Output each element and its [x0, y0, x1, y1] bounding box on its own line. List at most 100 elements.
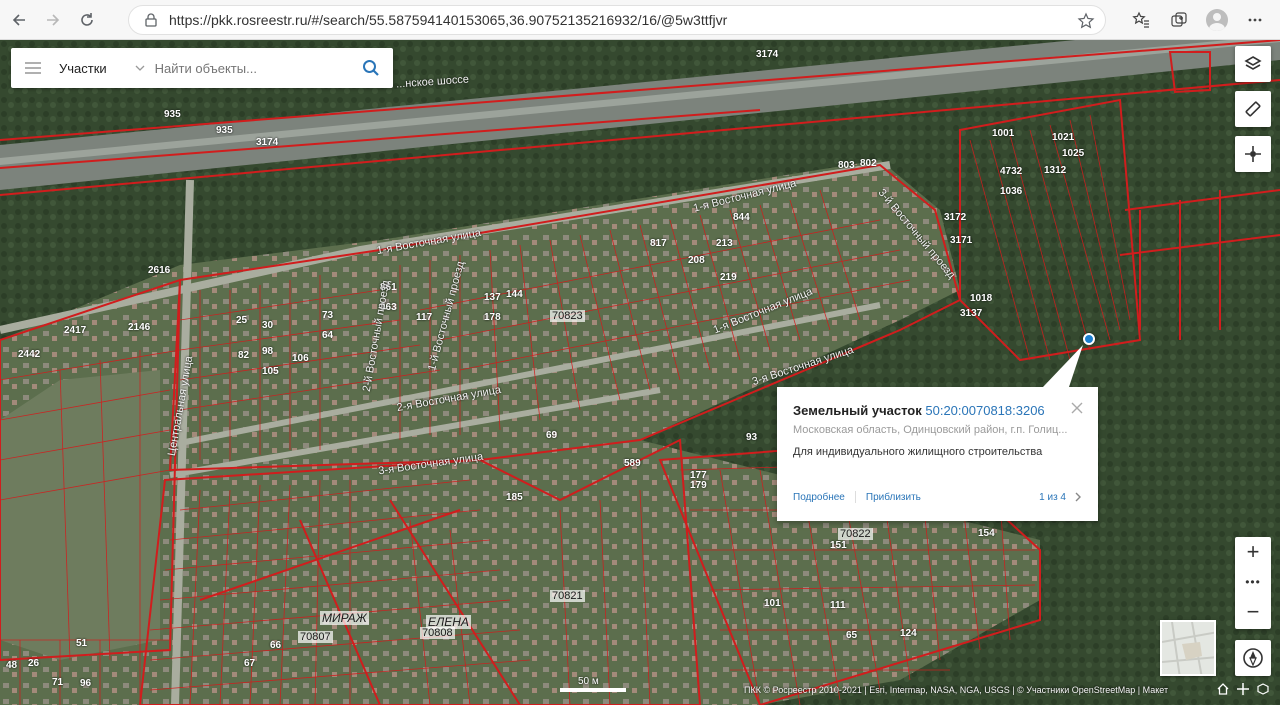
measure-button[interactable]	[1235, 91, 1271, 127]
zoom-out-button[interactable]: −	[1235, 597, 1271, 627]
plot-number[interactable]: 185	[506, 492, 523, 503]
chevron-right-icon[interactable]	[1074, 492, 1082, 502]
plot-number[interactable]: 1021	[1052, 132, 1074, 143]
forward-button[interactable]	[38, 5, 68, 35]
plot-number[interactable]: 73	[322, 310, 333, 321]
plot-number[interactable]: 589	[624, 458, 641, 469]
address-bar[interactable]: https://pkk.rosreestr.ru/#/search/55.587…	[128, 5, 1106, 35]
compass-button[interactable]	[1235, 640, 1271, 676]
favorite-star-icon[interactable]	[1077, 12, 1095, 30]
zoom-control: + ••• −	[1235, 537, 1271, 629]
pager-text: 1 из 4	[1039, 491, 1066, 503]
plot-number[interactable]: 2616	[148, 265, 170, 276]
back-button[interactable]	[4, 5, 34, 35]
plot-number[interactable]: 26	[28, 658, 39, 669]
plot-number[interactable]: 817	[650, 238, 667, 249]
plot-number[interactable]: 844	[733, 212, 750, 223]
search-panel: Участки	[11, 48, 393, 88]
reload-button[interactable]	[72, 5, 102, 35]
plot-number[interactable]: 93	[746, 432, 757, 443]
cadastral-number-link[interactable]: 50:20:0070818:3206	[925, 403, 1044, 418]
cube-icon[interactable]	[1257, 683, 1269, 695]
plot-number[interactable]: 3174	[756, 49, 778, 60]
search-icon[interactable]	[361, 58, 381, 78]
plot-number[interactable]: 69	[546, 430, 557, 441]
zoom-more-button[interactable]: •••	[1235, 567, 1271, 597]
plot-number[interactable]: 1036	[1000, 186, 1022, 197]
home-icon[interactable]	[1217, 683, 1229, 695]
plot-number[interactable]: 106	[292, 353, 309, 364]
plot-number[interactable]: 48	[6, 660, 17, 671]
plot-number[interactable]: 66	[270, 640, 281, 651]
zoom-to-link[interactable]: Приблизить	[866, 492, 921, 503]
chevron-down-icon[interactable]	[135, 63, 145, 73]
popup-pointer	[1043, 345, 1083, 387]
collections-icon	[1171, 12, 1187, 27]
favorites-button[interactable]	[1126, 5, 1156, 35]
avatar	[1206, 9, 1228, 31]
compass-icon	[1243, 648, 1263, 668]
plot-number[interactable]: 219	[720, 272, 737, 283]
plot-number[interactable]: 144	[506, 289, 523, 300]
plot-number[interactable]: 2146	[128, 322, 150, 333]
crosshair-icon[interactable]	[1237, 683, 1249, 695]
plot-number[interactable]: 803	[838, 160, 855, 171]
plot-number[interactable]: 935	[164, 109, 181, 120]
locate-button[interactable]	[1235, 136, 1271, 172]
zoom-in-button[interactable]: +	[1235, 537, 1271, 567]
plot-number[interactable]: 935	[216, 125, 233, 136]
plot-number[interactable]: 3171	[950, 235, 972, 246]
plot-number[interactable]: 1018	[970, 293, 992, 304]
plot-number[interactable]: 98	[262, 346, 273, 357]
plot-number[interactable]: 51	[76, 638, 87, 649]
profile-button[interactable]	[1202, 5, 1232, 35]
plot-number[interactable]: 1001	[992, 128, 1014, 139]
plot-number[interactable]: 124	[900, 628, 917, 639]
search-category-select[interactable]: Участки	[59, 61, 107, 76]
plot-number[interactable]: 1312	[1044, 165, 1066, 176]
plot-number[interactable]: 105	[262, 366, 279, 377]
plot-number[interactable]: 1025	[1062, 148, 1084, 159]
plot-number[interactable]: 4732	[1000, 166, 1022, 177]
details-link[interactable]: Подробнее	[793, 492, 845, 503]
plot-number[interactable]: 30	[262, 320, 273, 331]
plot-number[interactable]: 3174	[256, 137, 278, 148]
plot-number[interactable]: 64	[322, 330, 333, 341]
plot-number[interactable]: 2442	[18, 349, 40, 360]
plot-number[interactable]: 67	[244, 658, 255, 669]
plot-number[interactable]: 96	[80, 678, 91, 689]
close-icon[interactable]	[1070, 401, 1084, 415]
selected-parcel-marker[interactable]	[1083, 333, 1095, 345]
plot-number[interactable]: 111	[830, 600, 846, 611]
scale-label: 50 м	[578, 676, 599, 687]
plot-number[interactable]: 65	[846, 630, 857, 641]
plot-number[interactable]: 154	[978, 528, 995, 539]
plot-number[interactable]: 71	[52, 677, 63, 688]
plot-number[interactable]: 137	[484, 292, 501, 303]
collections-button[interactable]	[1164, 5, 1194, 35]
plot-number[interactable]: 3172	[944, 212, 966, 223]
settings-menu-button[interactable]	[1240, 5, 1270, 35]
url-text: https://pkk.rosreestr.ru/#/search/55.587…	[169, 12, 728, 28]
refresh-icon	[81, 12, 93, 26]
ruler-icon	[1245, 101, 1261, 117]
plot-number[interactable]: 3137	[960, 308, 982, 319]
map-attribution: ПКК © Росреестр 2010-2021 | Esri, Interm…	[744, 685, 1169, 695]
layers-button[interactable]	[1235, 46, 1271, 82]
plot-number[interactable]: 151	[830, 540, 847, 551]
menu-icon[interactable]	[25, 62, 41, 74]
plot-number[interactable]: 2417	[64, 325, 86, 336]
minimap[interactable]	[1160, 620, 1216, 676]
plot-number[interactable]: 179	[690, 480, 707, 491]
plot-number[interactable]: 178	[484, 312, 501, 323]
search-input[interactable]	[154, 60, 350, 76]
plot-number[interactable]: 213	[716, 238, 733, 249]
plot-number[interactable]: 82	[238, 350, 249, 361]
plot-number[interactable]: 117	[416, 312, 432, 323]
plot-number[interactable]: 101	[764, 598, 781, 609]
plot-number[interactable]: 802	[860, 158, 877, 169]
plot-number[interactable]: 25	[236, 315, 247, 326]
popup-title: Земельный участок 50:20:0070818:3206	[793, 403, 1082, 418]
plot-number[interactable]: 208	[688, 255, 705, 266]
quarter-label: 70808	[420, 627, 455, 639]
